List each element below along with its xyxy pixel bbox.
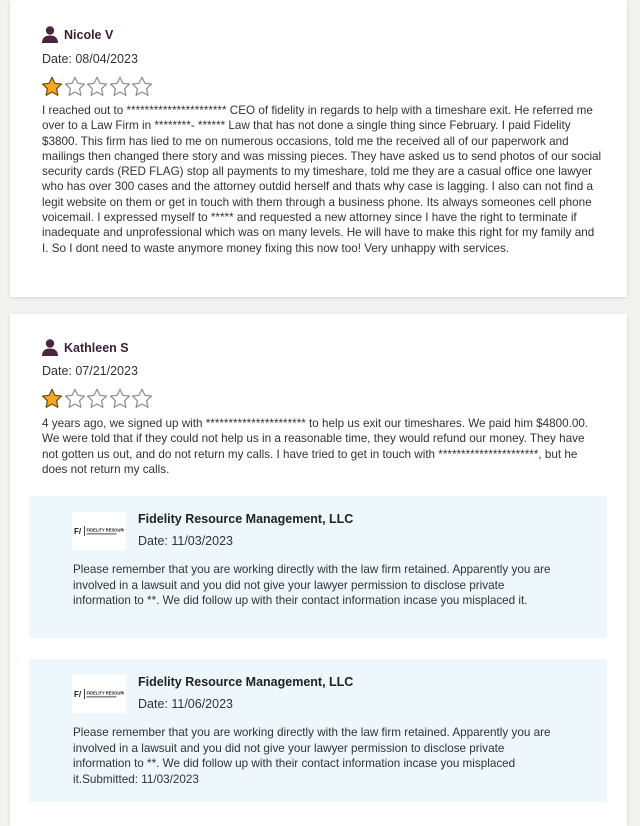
star-rating [41, 76, 154, 97]
business-response: F/ FIDELITY RESOURCE Fidelity Resource M… [29, 659, 607, 802]
star-filled-icon [41, 76, 63, 96]
review-date: Date: 08/04/2023 [42, 52, 138, 66]
business-logo-mark: F/ FIDELITY RESOURCE [74, 526, 125, 536]
star-empty-icon [131, 76, 153, 96]
review-card: Kathleen S Date: 07/21/2023 4 years ago,… [10, 314, 627, 826]
star-empty-icon [86, 388, 108, 408]
star-empty-icon [86, 76, 108, 96]
response-date: Date: 11/03/2023 [138, 534, 233, 548]
svg-text:FIDELITY RESOURCE: FIDELITY RESOURCE [87, 528, 125, 533]
review-card: Nicole V Date: 08/04/2023 I reached out … [10, 0, 627, 297]
business-logo-mark: F/ FIDELITY RESOURCE [74, 689, 125, 699]
reviewer: Nicole V [42, 26, 113, 43]
reviewer-name: Kathleen S [64, 340, 129, 355]
svg-text:FIDELITY RESOURCE: FIDELITY RESOURCE [87, 691, 125, 696]
reviewer: Kathleen S [42, 339, 129, 356]
star-filled-icon [41, 388, 63, 408]
review-date: Date: 07/21/2023 [42, 364, 138, 378]
response-text: Please remember that you are working dir… [73, 726, 551, 786]
business-logo: F/ FIDELITY RESOURCE [72, 675, 126, 713]
star-empty-icon [131, 388, 153, 408]
star-empty-icon [109, 76, 130, 96]
business-name: Fidelity Resource Management, LLC [138, 675, 354, 689]
svg-text:F/: F/ [74, 690, 82, 699]
response-date: Date: 11/06/2023 [138, 697, 233, 711]
review-text: 4 years ago, we signed up with *********… [42, 417, 589, 476]
response-text: Please remember that you are working dir… [73, 563, 551, 607]
business-name: Fidelity Resource Management, LLC [138, 512, 354, 526]
person-icon [42, 26, 58, 43]
star-empty-icon [109, 388, 130, 408]
star-rating [41, 388, 154, 409]
business-logo: F/ FIDELITY RESOURCE [72, 512, 126, 550]
business-response: F/ FIDELITY RESOURCE Fidelity Resource M… [29, 496, 607, 638]
person-icon [42, 339, 58, 356]
star-empty-icon [64, 76, 85, 96]
reviewer-name: Nicole V [64, 27, 114, 42]
svg-text:F/: F/ [74, 527, 82, 536]
star-empty-icon [64, 388, 85, 408]
review-text: I reached out to ********************** … [42, 104, 602, 255]
